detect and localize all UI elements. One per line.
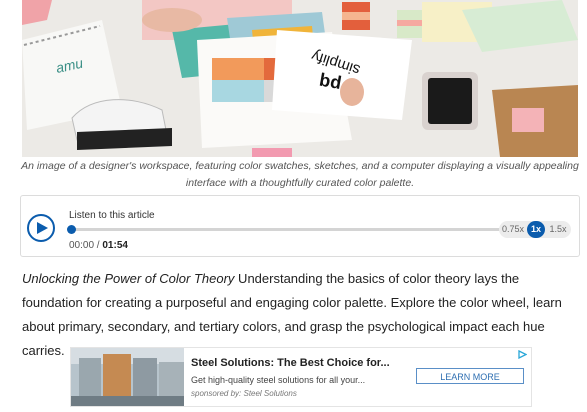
duration: 01:54 xyxy=(102,240,128,251)
play-button[interactable] xyxy=(27,214,55,242)
learn-more-button[interactable]: LEARN MORE xyxy=(416,368,524,384)
time-display: 00:00 / 01:54 xyxy=(69,240,128,251)
hero-image: simplify pq amu xyxy=(22,0,578,157)
play-icon xyxy=(37,222,48,234)
caption-line-1: An image of a designer's workspace, feat… xyxy=(21,160,579,172)
ad-banner[interactable]: Steel Solutions: The Best Choice for... … xyxy=(70,347,532,407)
card-text-2: pq xyxy=(317,72,342,96)
ad-description: Get high-quality steel solutions for all… xyxy=(191,375,366,385)
current-time: 00:00 xyxy=(69,240,95,251)
ad-sponsor: sponsored by: Steel Solutions xyxy=(191,389,297,398)
speed-selector: 0.75x 1x 1.5x xyxy=(499,221,571,238)
adchoices-icon[interactable] xyxy=(518,350,527,359)
progress-track[interactable] xyxy=(67,225,509,234)
article-title: Unlocking the Power of Color Theory xyxy=(22,271,235,286)
speed-option-15[interactable]: 1.5x xyxy=(547,221,569,238)
player-label: Listen to this article xyxy=(69,210,155,221)
ad-title[interactable]: Steel Solutions: The Best Choice for... xyxy=(191,357,390,369)
audio-player: Listen to this article 00:00 / 01:54 0.7… xyxy=(20,195,580,257)
image-caption: An image of a designer's workspace, feat… xyxy=(20,158,580,192)
speed-option-075[interactable]: 0.75x xyxy=(501,221,525,238)
ad-image[interactable] xyxy=(71,348,184,406)
speed-option-1[interactable]: 1x xyxy=(527,221,545,238)
progress-thumb[interactable] xyxy=(67,225,76,234)
caption-line-2: interface with a thoughtfully curated co… xyxy=(185,177,415,189)
